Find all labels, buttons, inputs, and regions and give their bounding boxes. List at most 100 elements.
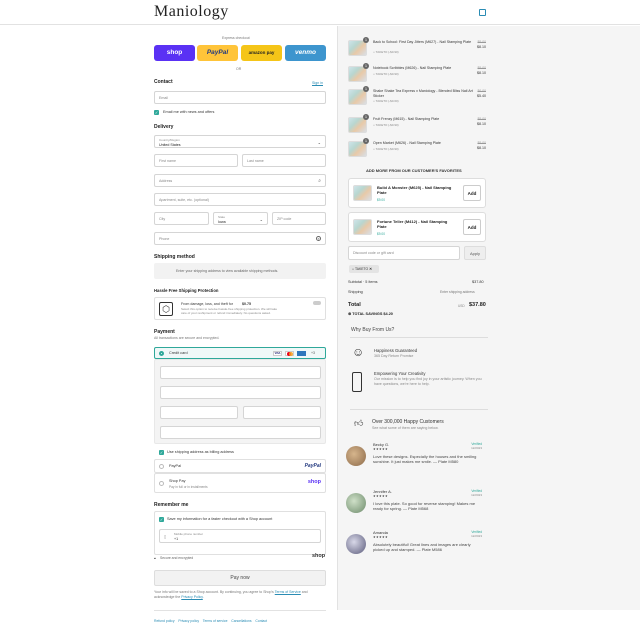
paypal-radio[interactable] <box>159 464 164 469</box>
currency-code: USD <box>458 304 465 308</box>
site-header: Maniology <box>0 0 640 25</box>
news-checkbox[interactable]: ✓ <box>154 110 159 115</box>
add-favorite-button[interactable]: Add <box>463 185 481 201</box>
paypal-logo: PayPal <box>304 463 321 469</box>
package-shield-icon: ⬡ <box>159 302 173 316</box>
privacy-link[interactable]: Privacy Policy <box>181 595 203 599</box>
cancellations-link[interactable]: Cancellations <box>231 619 251 623</box>
quantity-badge: 1 <box>363 114 369 120</box>
sign-in-link[interactable]: Sign in <box>312 81 323 85</box>
contact-link[interactable]: Contact <box>255 619 267 623</box>
store-logo[interactable]: Maniology <box>154 3 229 21</box>
footer-links: Refund policy Privacy policy Terms of se… <box>154 619 267 623</box>
terms-of-service-link[interactable]: Terms of service <box>203 619 228 623</box>
product-name: Shake Shake Tea Express x Maniology - Bl… <box>373 89 473 98</box>
protection-box[interactable]: ⬡ From damage, loss, and theft for $0.75… <box>154 297 326 320</box>
quantity-badge: 1 <box>363 86 369 92</box>
shopping-bag-icon[interactable] <box>479 9 486 16</box>
favorite-product-name: Fortune Teller (M412) - Nail Stamping Pl… <box>377 219 448 229</box>
chevron-down-icon: ⌄ <box>259 217 263 222</box>
terms-link[interactable]: Terms of Service <box>275 590 301 594</box>
credit-card-radio[interactable] <box>159 351 164 356</box>
expiration-date-field[interactable] <box>160 386 321 399</box>
original-price: $9.00 <box>477 40 487 44</box>
shipping-method-box: Enter your shipping address to view avai… <box>154 263 326 279</box>
why-divider <box>350 337 488 338</box>
phone-icon: ▯ <box>164 534 167 539</box>
amex-icon <box>297 351 306 356</box>
mastercard-icon <box>285 351 294 356</box>
express-checkout-title: Express checkout <box>222 36 250 40</box>
review-date: 12/2023 <box>471 534 482 538</box>
quantity-badge: 1 <box>363 138 369 144</box>
credit-card-option[interactable]: Credit card VISA +3 <box>154 347 326 359</box>
apartment-field[interactable]: Apartment, suite, etc. (optional) <box>154 193 326 206</box>
first-name-field[interactable]: First name <box>154 154 238 167</box>
pay-now-button[interactable]: Pay now <box>154 570 326 586</box>
discount-tag-chip: ⌂ TAKETO ✕ <box>349 265 379 273</box>
discount-tag-icon: ⌂ TAKETO (-$0.90) <box>373 147 399 151</box>
help-icon[interactable]: ? <box>316 236 321 241</box>
paypal-button[interactable]: PayPal <box>197 45 238 61</box>
nail-polish-icon <box>352 372 362 392</box>
secure-encrypted-text: Secure and encrypted <box>160 556 194 560</box>
remember-me-heading: Remember me <box>154 502 189 508</box>
total-savings-label: TOTAL SAVINGS <box>352 312 383 316</box>
lock-icon: 🔒︎ <box>154 556 156 560</box>
billing-address-checkbox[interactable]: ✓ <box>159 450 164 455</box>
billing-address-label: Use shipping address as billing address <box>167 450 234 454</box>
shipping-label: Shipping <box>348 290 363 294</box>
country-select[interactable]: Country/Region United States ⌄ <box>154 135 326 148</box>
product-discount: TAKETO (-$0.90) <box>375 147 399 151</box>
state-select[interactable]: State Iowa ⌄ <box>213 212 268 225</box>
cart-item: 1 Shake Shake Tea Express x Maniology - … <box>348 86 486 107</box>
city-field[interactable]: City <box>154 212 209 225</box>
quantity-badge: 1 <box>363 37 369 43</box>
country-value: United States <box>159 143 181 147</box>
visa-icon: VISA <box>273 351 282 356</box>
discount-tag-label: TAKETO <box>354 267 369 271</box>
security-code-field[interactable] <box>160 406 238 419</box>
product-discount: TAKETO (-$0.90) <box>375 72 399 76</box>
name-on-card-field[interactable] <box>243 406 321 419</box>
country-label: Country/Region <box>159 138 180 142</box>
venmo-button[interactable]: venmo <box>285 45 326 61</box>
happy-hands-icon: ☺ <box>352 345 365 359</box>
phone-field[interactable]: Phone? <box>154 232 326 245</box>
product-name: Back to School: First Day Jitters (M627)… <box>373 40 472 44</box>
card-extra-field[interactable] <box>160 426 321 439</box>
discount-code-field[interactable]: Discount code or gift card <box>348 246 460 260</box>
last-name-field[interactable]: Last name <box>242 154 326 167</box>
apply-button[interactable]: Apply <box>464 246 486 260</box>
email-field[interactable]: Email <box>154 91 326 104</box>
shop-pay-radio[interactable] <box>159 481 164 486</box>
discounted-price: $8.10 <box>477 71 486 75</box>
protection-line1: From damage, loss, and theft for <box>181 302 233 306</box>
footer-divider <box>154 610 326 611</box>
payment-heading: Payment <box>154 329 175 335</box>
address-field[interactable]: Address ⌕ <box>154 174 326 187</box>
shop-pay-option[interactable]: Shop Pay Pay in full or in installments … <box>154 473 326 493</box>
cart-item: 1 Notebook Scribbles (M626) - Nail Stamp… <box>348 63 486 84</box>
protection-toggle[interactable] <box>313 301 321 305</box>
privacy-policy-link[interactable]: Privacy policy <box>178 619 199 623</box>
city-placeholder: City <box>159 217 166 221</box>
mobile-phone-field[interactable]: ▯ Mobile phone number +1 <box>159 529 321 543</box>
refund-policy-link[interactable]: Refund policy <box>154 619 175 623</box>
paypal-option[interactable]: PayPal PayPal <box>154 459 326 473</box>
shop-pay-button[interactable]: shop <box>154 45 195 61</box>
original-price: $9.00 <box>477 141 487 145</box>
remove-discount-icon[interactable]: ✕ <box>369 267 372 271</box>
card-number-field[interactable] <box>160 366 321 379</box>
contact-heading: Contact <box>154 79 173 85</box>
amazon-pay-button[interactable]: amazon pay <box>241 45 282 61</box>
review-text: Love these designs. Especially the house… <box>373 454 477 465</box>
add-favorite-button[interactable]: Add <box>463 219 481 235</box>
total-savings-value: $4.20 <box>383 312 393 316</box>
save-info-checkbox[interactable]: ✓ <box>159 517 164 522</box>
customers-divider <box>350 409 488 410</box>
product-discount: TAKETO (-$0.90) <box>375 50 399 54</box>
zip-field[interactable]: ZIP code <box>272 212 326 225</box>
discount-tag-icon: ⌂ TAKETO (-$0.60) <box>373 99 399 103</box>
review-card: Amanda ★★★★★ Verified 12/2023 Absolutely… <box>346 530 486 566</box>
